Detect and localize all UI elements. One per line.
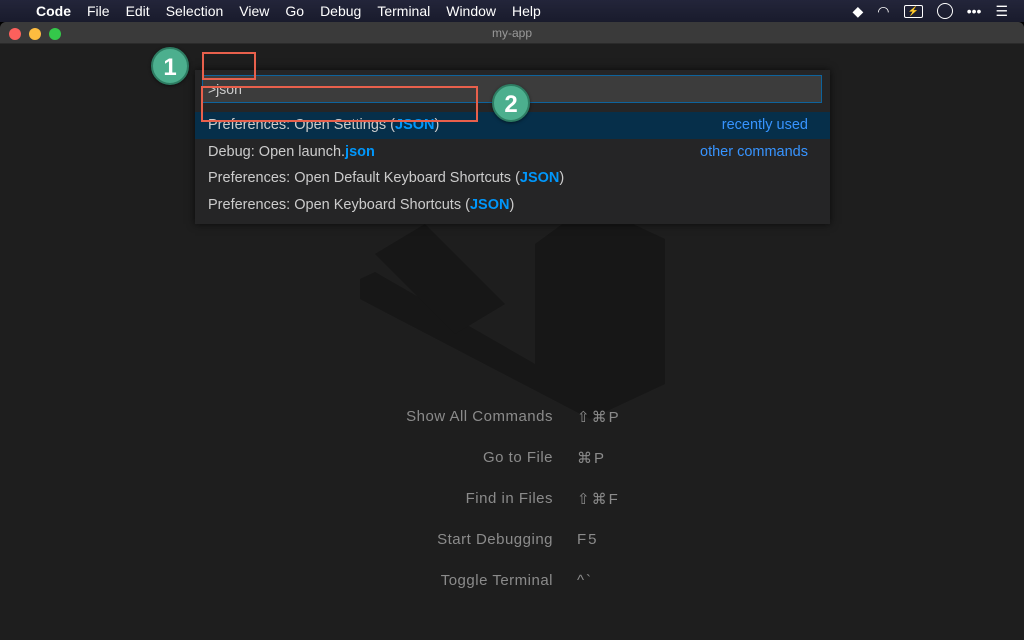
menu-debug[interactable]: Debug	[312, 3, 369, 19]
shortcut-keys: ⇧⌘F	[577, 491, 620, 508]
command-category: recently used	[721, 117, 808, 133]
menu-view[interactable]: View	[231, 3, 277, 19]
menu-go[interactable]: Go	[277, 3, 312, 19]
list-icon[interactable]: ☰	[995, 3, 1008, 20]
vscode-watermark-logo	[360, 204, 665, 419]
command-item-open-launch-json[interactable]: Debug: Open launch.json other commands	[195, 139, 830, 166]
menu-edit[interactable]: Edit	[118, 3, 158, 19]
shortcut-keys: F5	[577, 531, 599, 548]
step-2-badge: 2	[492, 84, 530, 122]
step-1-badge: 1	[151, 47, 189, 85]
minimize-window-button[interactable]	[29, 28, 41, 40]
command-item-open-keyboard-shortcuts-json[interactable]: Preferences: Open Keyboard Shortcuts (JS…	[195, 192, 830, 219]
command-label: Preferences: Open Default Keyboard Short…	[208, 170, 520, 186]
command-label: Debug: Open launch.	[208, 144, 346, 160]
item-highlight-box	[201, 86, 478, 122]
command-label-suffix: )	[559, 170, 565, 186]
input-highlight-box	[202, 52, 256, 80]
shortcut-keys: ⇧⌘P	[577, 409, 621, 426]
menu-window[interactable]: Window	[438, 3, 504, 19]
menu-terminal[interactable]: Terminal	[369, 3, 438, 19]
shortcut-keys: ^`	[577, 572, 594, 589]
close-window-button[interactable]	[9, 28, 21, 40]
shortcut-label: Toggle Terminal	[440, 572, 553, 589]
menu-bar: Code File Edit Selection View Go Debug T…	[0, 0, 1024, 22]
command-label: Preferences: Open Keyboard Shortcuts (	[208, 197, 470, 213]
dropbox-icon[interactable]: ◆	[853, 3, 864, 20]
command-item-open-default-keyboard-shortcuts-json[interactable]: Preferences: Open Default Keyboard Short…	[195, 165, 830, 192]
shortcut-label: Find in Files	[465, 490, 553, 507]
vscode-window: my-app >json Preferences: Open Settings …	[0, 22, 1024, 640]
wifi-icon[interactable]: ◠	[877, 3, 889, 20]
more-icon[interactable]: •••	[967, 3, 982, 19]
menu-file[interactable]: File	[79, 3, 118, 19]
shortcut-label: Go to File	[482, 449, 553, 466]
editor-area: >json Preferences: Open Settings (JSON) …	[0, 44, 1024, 640]
command-match: JSON	[469, 197, 510, 213]
command-match: JSON	[519, 170, 560, 186]
shortcut-keys: ⌘P	[577, 450, 607, 467]
window-title: my-app	[491, 26, 532, 40]
clock-icon[interactable]	[936, 3, 953, 19]
command-match: json	[345, 144, 375, 160]
shortcut-label: Show All Commands	[406, 408, 553, 425]
menu-help[interactable]: Help	[504, 3, 549, 19]
maximize-window-button[interactable]	[49, 28, 61, 40]
command-label-suffix: )	[509, 197, 515, 213]
battery-charging-icon[interactable]: ⚡	[903, 4, 923, 18]
menu-app-name[interactable]: Code	[28, 3, 79, 19]
title-bar: my-app	[0, 22, 1024, 44]
shortcut-label: Start Debugging	[437, 531, 553, 548]
command-category: other commands	[700, 144, 808, 160]
menu-selection[interactable]: Selection	[158, 3, 232, 19]
